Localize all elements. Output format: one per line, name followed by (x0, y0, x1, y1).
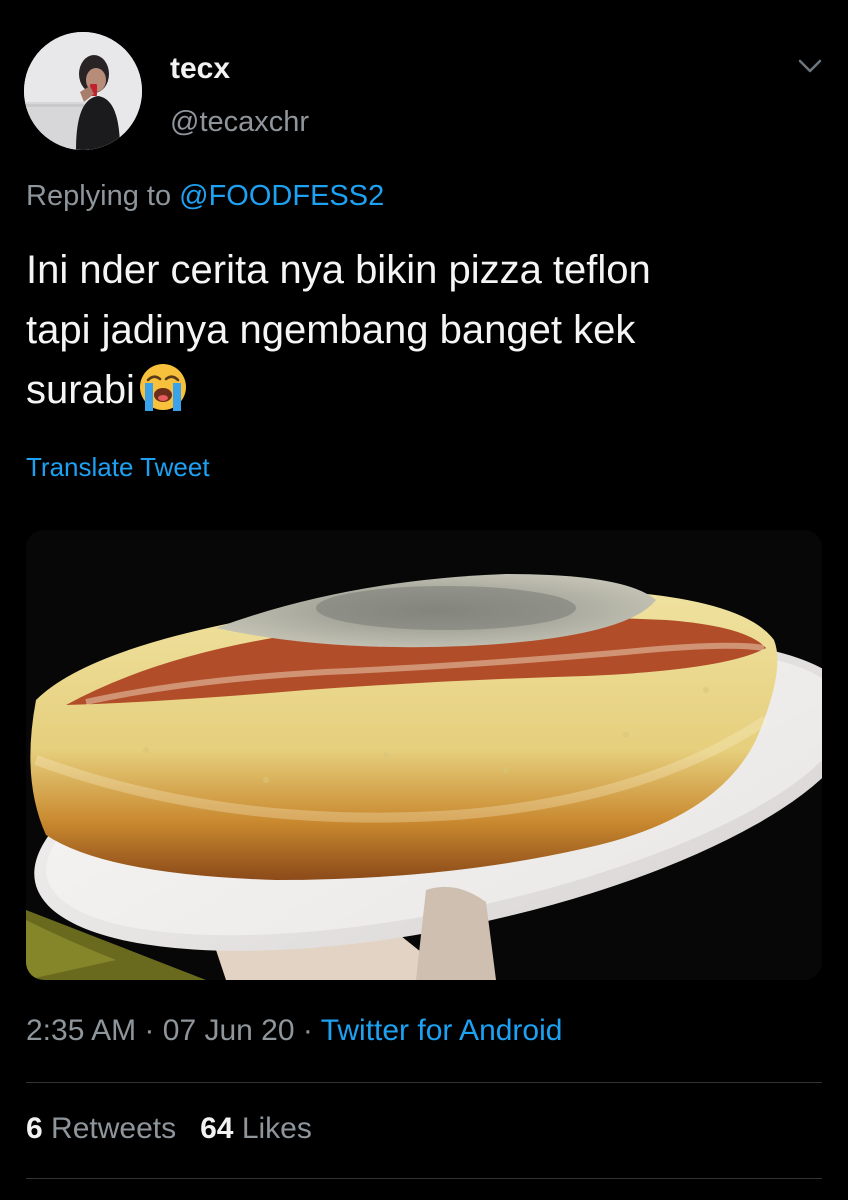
user-display-name[interactable]: tecx (170, 52, 230, 86)
tweet-text-line: surabi (26, 360, 826, 420)
avatar-image (24, 32, 142, 150)
pizza-photo (26, 530, 822, 980)
divider (26, 1178, 822, 1179)
tweet-time: 2:35 AM (26, 1014, 137, 1047)
loudly-crying-face-icon (139, 364, 186, 411)
tweet-text: Ini nder cerita nya bikin pizza teflon t… (26, 240, 826, 420)
replying-to: Replying to @FOODFESS2 (26, 180, 384, 213)
tweet-text-last: surabi (26, 368, 135, 412)
replying-to-label: Replying to (26, 180, 172, 212)
divider (26, 1082, 822, 1083)
likes-count: 64 (200, 1112, 234, 1145)
tweet-date: 07 Jun 20 (162, 1014, 295, 1047)
translate-tweet-link[interactable]: Translate Tweet (26, 452, 210, 483)
tweet-stats: 6 Retweets 64 Likes (26, 1112, 312, 1146)
retweets-count: 6 (26, 1112, 43, 1145)
retweets-stat[interactable]: 6 Retweets (26, 1112, 176, 1145)
tweet-meta: 2:35 AM · 07 Jun 20 · Twitter for Androi… (26, 1014, 562, 1048)
meta-separator: · (144, 1014, 155, 1047)
meta-separator: · (302, 1014, 313, 1047)
likes-stat[interactable]: 64 Likes (200, 1112, 312, 1145)
tweet-text-line: Ini nder cerita nya bikin pizza teflon (26, 248, 651, 292)
user-handle[interactable]: @tecaxchr (170, 106, 309, 139)
retweets-label: Retweets (51, 1112, 177, 1145)
tweet-photo[interactable] (26, 530, 822, 980)
chevron-down-icon[interactable] (796, 56, 824, 76)
tweet-source-link[interactable]: Twitter for Android (321, 1014, 563, 1047)
likes-label: Likes (241, 1112, 312, 1145)
reply-mention-link[interactable]: @FOODFESS2 (179, 180, 384, 212)
tweet-text-line: tapi jadinya ngembang banget kek (26, 308, 636, 352)
avatar[interactable] (24, 32, 142, 150)
